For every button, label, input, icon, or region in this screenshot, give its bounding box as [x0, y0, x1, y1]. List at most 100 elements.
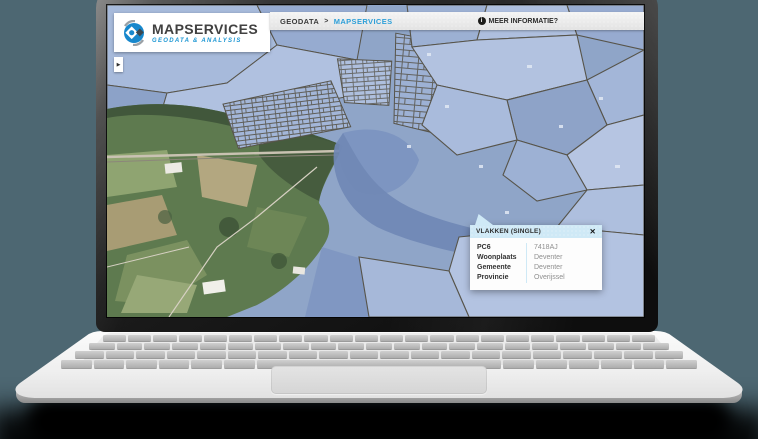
field-value: Deventer: [534, 254, 563, 261]
logo-panel[interactable]: MAPSERVICES GEODATA & ANALYSIS: [114, 13, 270, 52]
logo-text: MAPSERVICES GEODATA & ANALYSIS: [152, 22, 258, 44]
keyboard-key: [116, 343, 143, 349]
keyboard-key: [535, 360, 567, 368]
more-info-label: MEER INFORMATIE?: [488, 17, 558, 25]
app-screen: MAPSERVICES GEODATA & ANALYSIS GEODATA >…: [107, 5, 644, 317]
keyboard-key: [329, 335, 353, 341]
keyboard-key: [338, 343, 365, 349]
keyboard-key: [172, 343, 198, 349]
keyboard-key: [654, 351, 683, 358]
keyboard-key: [430, 335, 454, 341]
keyboard-key: [288, 351, 317, 358]
popup-values: 7418AJ Deventer Deventer Overijssel: [526, 243, 602, 283]
breadcrumb-page[interactable]: MAPSERVICES: [334, 17, 393, 26]
keyboard-key: [581, 335, 605, 341]
keyboard-key: [633, 360, 665, 368]
keyboard-key: [75, 351, 104, 358]
keyboard-key: [158, 360, 190, 368]
keyboard-key: [310, 343, 337, 349]
keyboard-key: [393, 343, 420, 349]
keyboard-key: [568, 360, 600, 368]
keyboard-row: [88, 343, 670, 349]
keyboard-key: [601, 360, 632, 368]
keyboard-key: [643, 343, 670, 349]
keyboard-key: [153, 335, 177, 341]
field-value: 7418AJ: [534, 244, 558, 251]
breadcrumb-arrow: >: [324, 17, 329, 25]
field-label: Woonplaats: [477, 254, 517, 261]
keyboard-key: [254, 335, 278, 341]
keyboard-key: [88, 343, 115, 349]
keyboard-row: [102, 335, 656, 341]
keyboard-key: [354, 335, 378, 341]
keyboard-key: [304, 335, 328, 341]
keyboard-key: [166, 351, 195, 358]
keyboard-key: [228, 335, 253, 341]
keyboard-key: [477, 343, 503, 349]
popup-title: VLAKKEN (SINGLE): [476, 228, 541, 235]
keyboard-key: [532, 351, 561, 358]
keyboard-key: [224, 360, 255, 368]
keyboard-key: [380, 335, 404, 341]
keyboard-key: [258, 351, 287, 358]
keyboard-key: [471, 351, 500, 358]
keyboard-key: [126, 360, 157, 368]
keyboard-key: [61, 360, 92, 368]
keyboard-key: [136, 351, 165, 358]
keyboard-key: [480, 335, 504, 341]
keyboard-key: [441, 351, 470, 358]
field-value: Overijssel: [534, 274, 565, 281]
keyboard-key: [421, 343, 448, 349]
keyboard-key: [197, 351, 226, 358]
popup-labels: PC6 Woonplaats Gemeente Provincie: [470, 243, 526, 283]
laptop-trackpad: [271, 366, 487, 394]
keyboard-key: [504, 343, 531, 349]
keyboard-key: [563, 351, 592, 358]
breadcrumb-section[interactable]: GEODATA: [280, 17, 319, 26]
keyboard-key: [349, 351, 378, 358]
keyboard-key: [615, 343, 642, 349]
keyboard-key: [227, 343, 254, 349]
more-info-link[interactable]: i MEER INFORMATIE?: [477, 17, 558, 25]
feature-popup: VLAKKEN (SINGLE) ✕ PC6 Woonplaats Gemeen…: [470, 214, 602, 290]
keyboard-key: [279, 335, 303, 341]
keyboard-key: [449, 343, 476, 349]
top-bar: GEODATA > MAPSERVICES i MEER INFORMATIE?: [270, 12, 644, 30]
keyboard-key: [532, 343, 559, 349]
arrow-right-icon: ▶: [116, 61, 121, 68]
keyboard-key: [531, 335, 555, 341]
sidebar-toggle[interactable]: ▶: [114, 57, 123, 72]
keyboard-key: [502, 351, 531, 358]
laptop-keyboard: [0, 335, 758, 368]
field-label: Provincie: [477, 274, 509, 281]
popup-header: VLAKKEN (SINGLE) ✕: [470, 225, 602, 238]
keyboard-key: [624, 351, 653, 358]
screenshot-stage: MAPSERVICES GEODATA & ANALYSIS GEODATA >…: [0, 0, 758, 439]
keyboard-key: [319, 351, 348, 358]
keyboard-key: [405, 335, 429, 341]
logo-subtitle: GEODATA & ANALYSIS: [152, 37, 242, 44]
keyboard-key: [128, 335, 152, 341]
keyboard-key: [593, 351, 622, 358]
keyboard-key: [556, 335, 580, 341]
field-value: Deventer: [534, 264, 563, 271]
close-icon[interactable]: ✕: [590, 228, 596, 236]
keyboard-key: [410, 351, 439, 358]
keyboard-key: [203, 335, 227, 341]
keyboard-key: [631, 335, 656, 341]
keyboard-key: [666, 360, 697, 368]
keyboard-key: [560, 343, 586, 349]
keyboard-row: [75, 351, 683, 358]
keyboard-key: [503, 360, 534, 368]
keyboard-key: [191, 360, 222, 368]
logo-icon: [123, 19, 145, 46]
keyboard-key: [255, 343, 281, 349]
keyboard-key: [144, 343, 171, 349]
keyboard-key: [102, 335, 127, 341]
keyboard-key: [366, 343, 392, 349]
logo-title: MAPSERVICES: [152, 20, 259, 37]
keyboard-key: [380, 351, 409, 358]
field-label: Gemeente: [477, 264, 511, 271]
keyboard-key: [606, 335, 630, 341]
keyboard-key: [282, 343, 309, 349]
